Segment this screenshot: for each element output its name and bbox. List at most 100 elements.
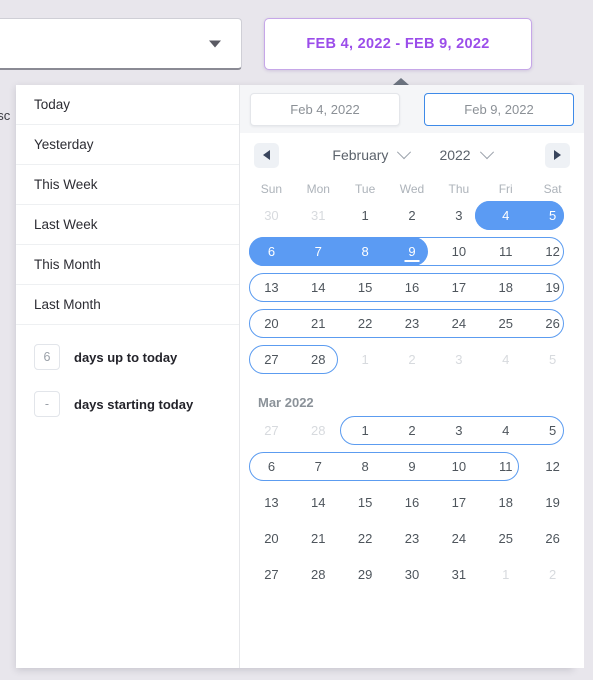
calendar-day-number: 1 (361, 352, 369, 367)
calendar-day-number: 20 (264, 316, 279, 331)
calendar-day-cell[interactable]: 10 (435, 452, 482, 481)
calendar-week-row: 27 28 1 2 3 4 5 (240, 345, 584, 374)
calendar-day-cell[interactable]: 27 (248, 416, 295, 445)
calendar-day-cell[interactable]: 25 (482, 309, 529, 338)
relative-days-input[interactable]: - (34, 391, 60, 417)
calendar-day-cell[interactable]: 18 (482, 273, 529, 302)
calendar-day-cell[interactable]: 21 (295, 309, 342, 338)
preset-item-today[interactable]: Today (16, 85, 239, 125)
calendar-day-cell[interactable]: 28 (295, 416, 342, 445)
calendar-day-cell[interactable]: 19 (529, 273, 576, 302)
calendar-day-cell[interactable]: 2 (389, 201, 436, 230)
calendar-day-cell[interactable]: 6 (248, 237, 295, 266)
calendar-day-cell[interactable]: 13 (248, 488, 295, 517)
calendar-day-cell[interactable]: 15 (342, 273, 389, 302)
calendar-day-cell[interactable]: 29 (342, 560, 389, 589)
calendar-day-number: 24 (451, 531, 467, 546)
calendar-day-number: 21 (311, 531, 326, 546)
calendar-day-cell[interactable]: 15 (342, 488, 389, 517)
calendar-day-cell[interactable]: 11 (482, 452, 529, 481)
calendar-day-cell[interactable]: 17 (435, 273, 482, 302)
weekday-header: Sun Mon Tue Wed Thu Fri Sat (240, 177, 584, 201)
calendar-day-cell[interactable]: 16 (389, 488, 436, 517)
calendar-day-cell[interactable]: 24 (435, 309, 482, 338)
calendar-day-cell[interactable]: 3 (435, 345, 482, 374)
calendar-day-number: 28 (311, 423, 326, 438)
calendar-day-cell[interactable]: 16 (389, 273, 436, 302)
calendar-day-cell[interactable]: 30 (389, 560, 436, 589)
relative-days-input[interactable]: 6 (34, 344, 60, 370)
calendar-day-cell[interactable]: 4 (482, 201, 529, 230)
preset-item-yesterday[interactable]: Yesterday (16, 125, 239, 165)
calendar-day-number: 4 (502, 423, 510, 438)
calendar-day-cell[interactable]: 8 (342, 237, 389, 266)
preset-item-last-week[interactable]: Last Week (16, 205, 239, 245)
calendar-day-cell[interactable]: 12 (529, 237, 576, 266)
calendar-day-cell[interactable]: 5 (529, 416, 576, 445)
calendar-week-row: 6 7 8 9 10 11 12 (240, 237, 584, 266)
calendar-day-cell[interactable]: 23 (389, 524, 436, 553)
calendar-day-cell[interactable]: 20 (248, 524, 295, 553)
year-select[interactable]: 2022 (439, 145, 494, 163)
calendar-day-cell[interactable]: 1 (342, 416, 389, 445)
calendar-day-cell[interactable]: 1 (342, 201, 389, 230)
calendar-day-cell[interactable]: 2 (389, 416, 436, 445)
calendar-day-cell[interactable]: 22 (342, 524, 389, 553)
calendar-day-cell[interactable]: 30 (248, 201, 295, 230)
calendar-day-cell[interactable]: 13 (248, 273, 295, 302)
calendar-day-cell[interactable]: 10 (435, 237, 482, 266)
prev-month-button[interactable] (254, 142, 279, 168)
preset-item-this-month[interactable]: This Month (16, 245, 239, 285)
calendar-day-cell[interactable]: 2 (529, 560, 576, 589)
calendar-day-cell[interactable]: 1 (482, 560, 529, 589)
calendar-day-cell[interactable]: 26 (529, 309, 576, 338)
calendar-day-cell[interactable]: 31 (435, 560, 482, 589)
calendar-day-cell[interactable]: 31 (295, 201, 342, 230)
calendar-day-cell[interactable]: 20 (248, 309, 295, 338)
next-month-button[interactable] (545, 142, 570, 168)
calendar-day-cell[interactable]: 14 (295, 273, 342, 302)
calendar-day-cell[interactable]: 28 (295, 560, 342, 589)
calendar-day-cell[interactable]: 2 (389, 345, 436, 374)
calendar-day-cell[interactable]: 22 (342, 309, 389, 338)
calendar-week-row: 13 14 15 16 17 18 19 (240, 488, 584, 517)
calendar-day-cell[interactable]: 9 (389, 452, 436, 481)
month-select[interactable]: February (332, 145, 412, 163)
calendar-day-cell[interactable]: 4 (482, 416, 529, 445)
calendar-day-cell[interactable]: 28 (295, 345, 342, 374)
calendar-day-number: 16 (404, 495, 420, 510)
calendar-day-cell[interactable]: 4 (482, 345, 529, 374)
calendar-day-cell[interactable]: 26 (529, 524, 576, 553)
calendar-day-cell[interactable]: 12 (529, 452, 576, 481)
preset-item-last-month[interactable]: Last Month (16, 285, 239, 325)
calendar-day-cell[interactable]: 24 (435, 524, 482, 553)
calendar-day-cell[interactable]: 5 (529, 201, 576, 230)
calendar-day-cell[interactable]: 6 (248, 452, 295, 481)
date-range-badge[interactable]: FEB 4, 2022 - FEB 9, 2022 (264, 18, 532, 70)
chevron-down-icon (397, 145, 412, 160)
calendar-day-cell[interactable]: 1 (342, 345, 389, 374)
calendar-day-cell[interactable]: 18 (482, 488, 529, 517)
calendar-day-number: 31 (451, 567, 467, 582)
calendar-day-cell[interactable]: 5 (529, 345, 576, 374)
calendar-day-cell[interactable]: 7 (295, 237, 342, 266)
calendar-day-cell[interactable]: 17 (435, 488, 482, 517)
calendar-day-cell[interactable]: 8 (342, 452, 389, 481)
end-date-input[interactable]: Feb 9, 2022 (424, 92, 574, 126)
chevron-left-icon (263, 150, 270, 160)
calendar-day-cell[interactable]: 27 (248, 345, 295, 374)
calendar-day-cell[interactable]: 23 (389, 309, 436, 338)
category-select[interactable] (0, 18, 242, 70)
calendar-day-cell[interactable]: 7 (295, 452, 342, 481)
preset-item-this-week[interactable]: This Week (16, 165, 239, 205)
calendar-day-cell[interactable]: 3 (435, 416, 482, 445)
calendar-day-cell[interactable]: 25 (482, 524, 529, 553)
calendar-day-cell[interactable]: 19 (529, 488, 576, 517)
calendar-day-cell[interactable]: 9 (389, 237, 436, 266)
calendar-day-cell[interactable]: 27 (248, 560, 295, 589)
calendar-day-cell[interactable]: 11 (482, 237, 529, 266)
calendar-day-cell[interactable]: 3 (435, 201, 482, 230)
start-date-input[interactable]: Feb 4, 2022 (250, 92, 400, 126)
calendar-day-cell[interactable]: 14 (295, 488, 342, 517)
calendar-day-cell[interactable]: 21 (295, 524, 342, 553)
